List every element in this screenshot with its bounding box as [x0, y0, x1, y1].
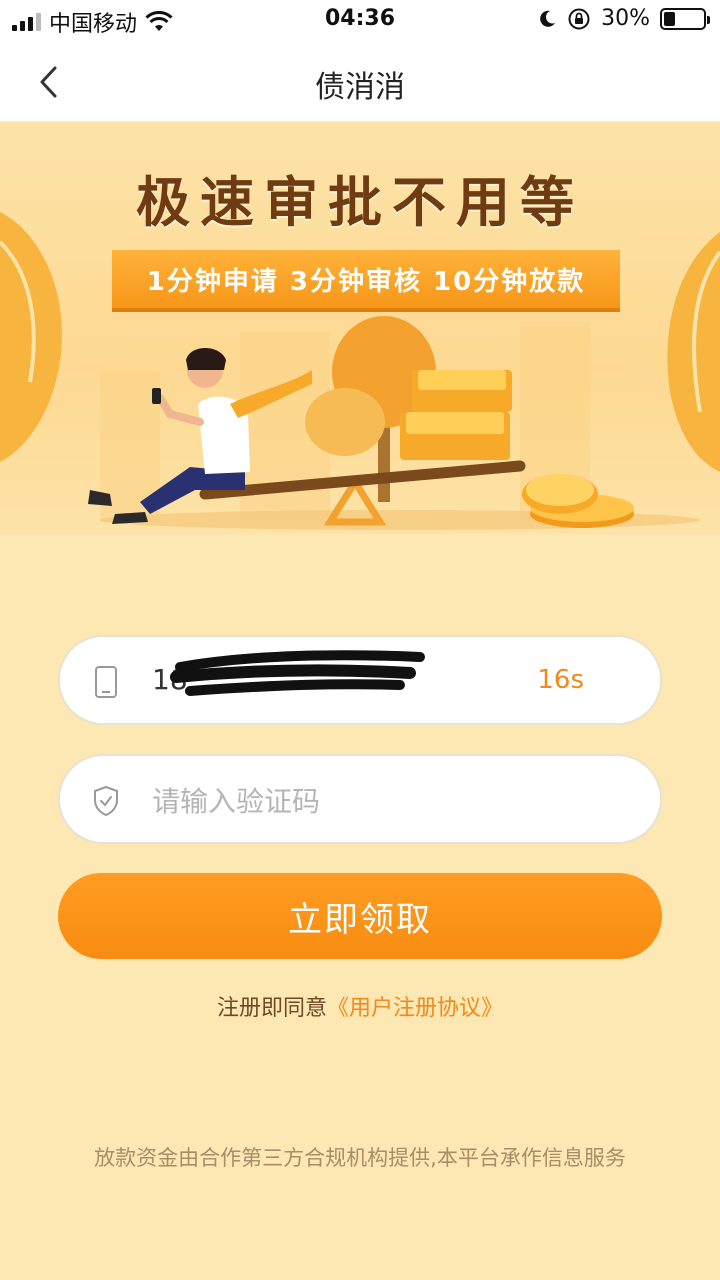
claim-button[interactable]: 立即领取	[58, 873, 662, 959]
battery-icon	[660, 7, 710, 30]
phone-field[interactable]: 18 16s	[58, 635, 662, 725]
battery-percent: 30%	[601, 6, 650, 31]
redaction-scribble	[170, 650, 425, 696]
verification-code-field[interactable]	[58, 754, 662, 844]
footer-disclaimer: 放款资金由合作第三方合规机构提供,本平台承作信息服务	[94, 1146, 626, 1170]
banner-ribbon: 1分钟申请 3分钟审核 10分钟放款	[112, 250, 620, 308]
countdown-timer[interactable]: 16s	[537, 665, 584, 695]
agreement-text: 注册即同意《用户注册协议》	[0, 990, 720, 1022]
battery-fill	[664, 11, 676, 26]
page-title: 债消消	[315, 70, 405, 105]
promo-banner: 极速审批不用等 1分钟申请 3分钟审核 10分钟放款	[0, 122, 720, 534]
status-right: 30%	[537, 6, 710, 31]
phone-icon	[90, 664, 122, 700]
status-bar: 中国移动 04:36 30%	[0, 0, 720, 40]
user-agreement-link[interactable]: 《用户注册协议》	[327, 996, 503, 1021]
rotation-lock-icon	[568, 8, 590, 29]
moon-icon	[540, 10, 556, 27]
agreement-prefix: 注册即同意	[216, 996, 327, 1021]
verification-code-input[interactable]	[152, 778, 612, 824]
nav-bar: 债消消	[0, 40, 720, 122]
shield-check-icon	[90, 783, 122, 819]
banner-headline: 极速审批不用等	[136, 171, 584, 234]
